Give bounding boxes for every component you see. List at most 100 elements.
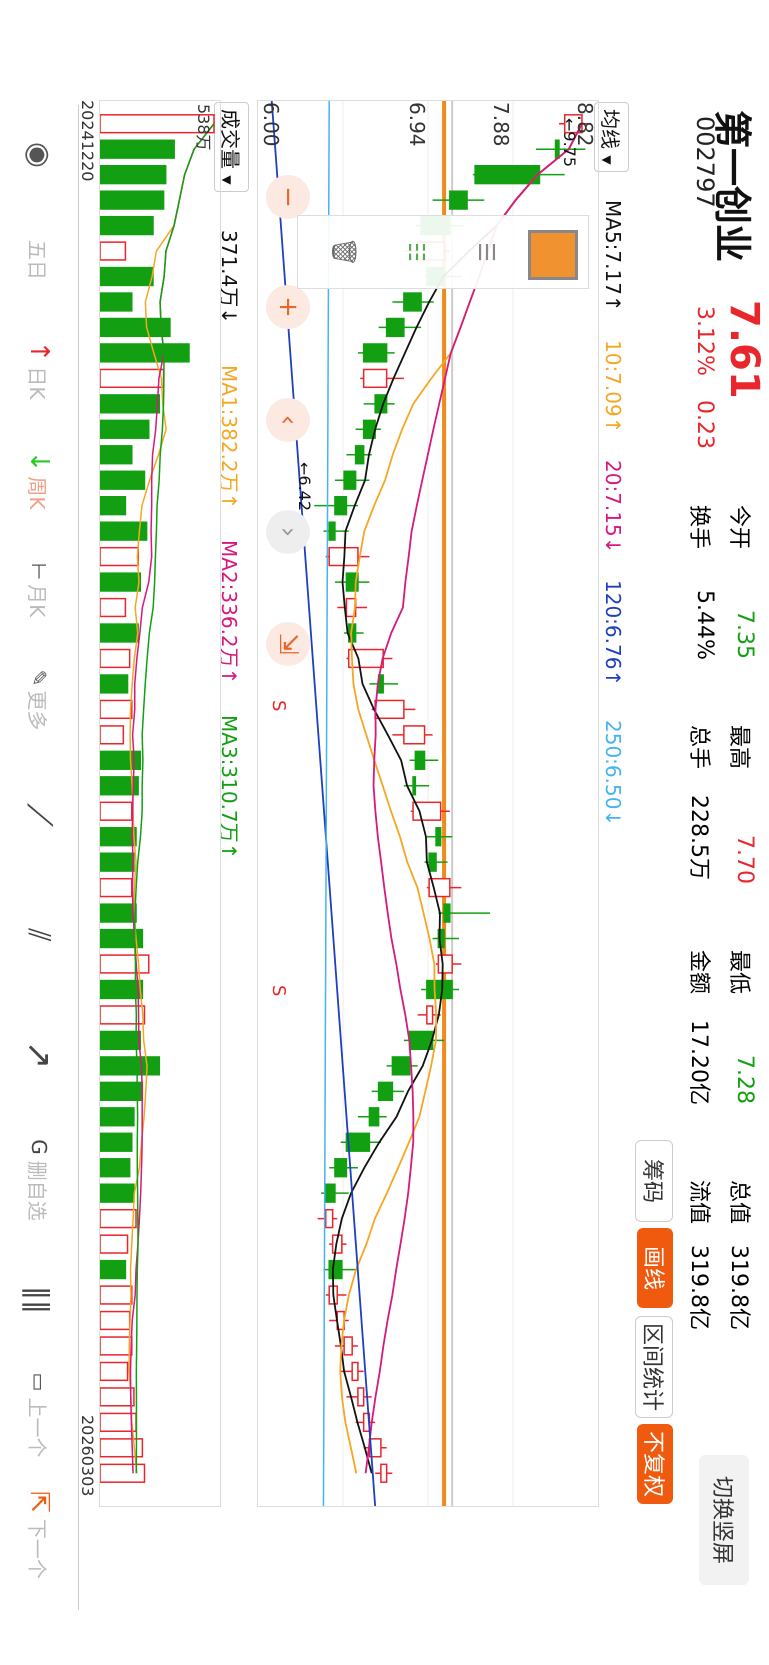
volume-chart-panel[interactable] bbox=[99, 100, 221, 1507]
stat-mktcap-value: 319.8亿 bbox=[726, 1245, 751, 1330]
volume-bar bbox=[100, 1056, 161, 1076]
no-adjust-button[interactable]: 不复权 bbox=[637, 1424, 673, 1504]
volume-bar bbox=[100, 419, 150, 439]
range-stats-button[interactable]: 区间统计 bbox=[635, 1316, 673, 1418]
stat-high-label: 最高 bbox=[726, 725, 751, 770]
candle-body bbox=[324, 1183, 336, 1203]
volume-bar bbox=[100, 1463, 146, 1483]
candle-body bbox=[403, 725, 426, 745]
candle-body bbox=[328, 1259, 343, 1280]
candle-body bbox=[435, 827, 442, 847]
draw-line-button[interactable]: 画线 bbox=[637, 1228, 673, 1308]
tool-previous[interactable]: ▭ 上一个 bbox=[0, 1355, 78, 1475]
candle-body bbox=[357, 1387, 365, 1407]
volume-bar bbox=[100, 572, 142, 592]
volume-bar bbox=[100, 546, 139, 567]
volume-bar bbox=[100, 368, 165, 389]
candle-body bbox=[474, 164, 541, 185]
volume-bar bbox=[100, 674, 129, 694]
dropdown-arrow-icon: ▼ bbox=[220, 175, 234, 185]
candle-body bbox=[426, 1005, 434, 1025]
signal-s-2: S bbox=[268, 985, 289, 997]
candle-body bbox=[343, 470, 357, 490]
dropdown-arrow-icon: ▼ bbox=[600, 155, 614, 165]
tool-daily-k[interactable]: ↑ 日K bbox=[0, 315, 78, 425]
pan-right-button[interactable]: › bbox=[266, 510, 310, 554]
draw-tool-palette[interactable]: ☰ ☷ 🗑 bbox=[297, 215, 589, 289]
delete-icon[interactable]: 🗑 bbox=[328, 234, 358, 270]
zoom-in-button[interactable]: + bbox=[266, 285, 310, 329]
stat-low-value: 7.28 bbox=[732, 1055, 757, 1104]
volume-bar bbox=[100, 496, 127, 516]
volume-bar bbox=[100, 139, 175, 159]
tool-delete-watchlist[interactable]: G 删自选 bbox=[0, 1115, 78, 1245]
candle-body bbox=[362, 368, 388, 389]
reset-zoom-button[interactable]: ⇲ bbox=[266, 622, 310, 666]
volume-bar bbox=[100, 597, 127, 618]
volume-axis-top: 538万 bbox=[194, 104, 213, 151]
volume-bar bbox=[100, 954, 150, 974]
tool-weekly-k[interactable]: ↓ 周K bbox=[0, 425, 78, 535]
tool-monthly-k[interactable]: ⊢ 月K bbox=[0, 535, 78, 645]
color-swatch-button[interactable] bbox=[528, 230, 578, 280]
candle-body bbox=[391, 1056, 411, 1076]
layer-icon[interactable]: ☷ bbox=[398, 234, 428, 270]
candle-body bbox=[328, 521, 336, 541]
ma-selector[interactable]: 均线 ▼ bbox=[594, 102, 629, 172]
candle-body bbox=[412, 776, 417, 796]
segment-line-icon[interactable]: ⟋ bbox=[0, 755, 78, 875]
volume-bar bbox=[100, 215, 154, 236]
eye-icon[interactable]: ◉ bbox=[0, 105, 78, 205]
volume-bar bbox=[100, 1183, 135, 1203]
stat-float-label: 流值 bbox=[686, 1180, 711, 1225]
tool-next[interactable]: ⇱ 下一个 bbox=[0, 1475, 78, 1595]
stock-price: 7.61 bbox=[721, 300, 767, 399]
tool-more[interactable]: ✎ 更多 bbox=[0, 645, 78, 755]
line-style-icon[interactable]: ☰ bbox=[468, 234, 498, 270]
volume-chart[interactable] bbox=[100, 101, 220, 1506]
candle-body bbox=[354, 445, 365, 465]
price-axis-mid2: 6.94 bbox=[405, 102, 429, 147]
candle-body bbox=[449, 190, 468, 210]
volume-bar bbox=[100, 648, 131, 669]
candle-body bbox=[368, 1107, 380, 1127]
volume-bar bbox=[100, 699, 133, 720]
tool-five-day[interactable]: 五日 bbox=[0, 205, 78, 315]
zoom-out-button[interactable]: − bbox=[266, 175, 310, 219]
stat-float-value: 319.8亿 bbox=[686, 1245, 711, 1330]
volume-bar bbox=[100, 623, 139, 643]
ma5-value: MA5:7.17↑ bbox=[601, 200, 625, 312]
volume-bar bbox=[100, 1158, 131, 1178]
ma10-value: 10:7.09↑ bbox=[601, 340, 625, 434]
volume-bar bbox=[100, 445, 133, 465]
candle-body bbox=[343, 1336, 353, 1356]
arrow-up-icon: ↑ bbox=[24, 340, 54, 363]
switch-portrait-button[interactable]: 切换竖屏 bbox=[699, 1455, 749, 1585]
volume-bar bbox=[100, 266, 154, 287]
low-marker: ←6.42 bbox=[295, 462, 314, 512]
ray-line-icon[interactable]: ↗ bbox=[0, 995, 78, 1115]
date-end: 20260303 bbox=[78, 1415, 97, 1497]
bottom-toolbar: ◉ 五日 ↑ 日K ↓ 周K ⊢ 月K ✎ 更多 ⟋ ⫽ ↗ G 删自选 ‖‖ ▭ 上一个 … bbox=[0, 105, 79, 1610]
stat-open-value: 7.35 bbox=[732, 610, 757, 659]
vertical-lines-icon[interactable]: ‖‖ bbox=[0, 1245, 78, 1355]
rectangle-icon: ▭ bbox=[27, 1372, 51, 1392]
candle-body bbox=[334, 1158, 348, 1178]
candle-body bbox=[324, 1208, 334, 1229]
high-marker: ←9.75 bbox=[560, 118, 579, 168]
volume-bar bbox=[100, 725, 125, 745]
ma-selector-label: 均线 bbox=[598, 109, 622, 149]
volume-bar bbox=[100, 317, 171, 338]
candle-body bbox=[345, 1132, 371, 1152]
parallel-line-icon[interactable]: ⫽ bbox=[0, 875, 78, 995]
change-pct: 3.12% bbox=[692, 306, 717, 376]
volume-bar bbox=[100, 1285, 133, 1305]
price-axis-mid1: 7.88 bbox=[489, 102, 513, 147]
volume-bar bbox=[100, 1234, 129, 1254]
volume-bar bbox=[100, 1387, 135, 1407]
price-axis-bottom: 6.00 bbox=[259, 102, 283, 147]
candle-body bbox=[362, 343, 388, 363]
chips-button[interactable]: 筹码 bbox=[635, 1140, 673, 1222]
candle-body bbox=[334, 496, 348, 516]
pan-left-button[interactable]: ‹ bbox=[266, 398, 310, 442]
